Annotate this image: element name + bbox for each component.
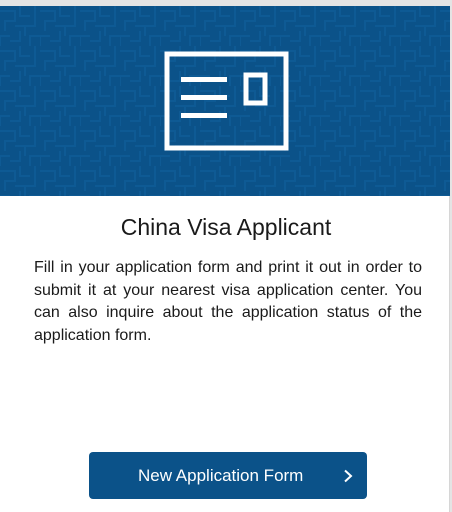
hero-banner [0,6,450,196]
card-title: China Visa Applicant [120,214,332,240]
new-application-form-button[interactable]: New Application Form [89,452,367,499]
card-description: Fill in your application form and print … [34,259,422,344]
new-application-form-label: New Application Form [138,466,304,485]
application-form-icon [164,51,289,151]
chevron-right-icon [344,469,353,483]
